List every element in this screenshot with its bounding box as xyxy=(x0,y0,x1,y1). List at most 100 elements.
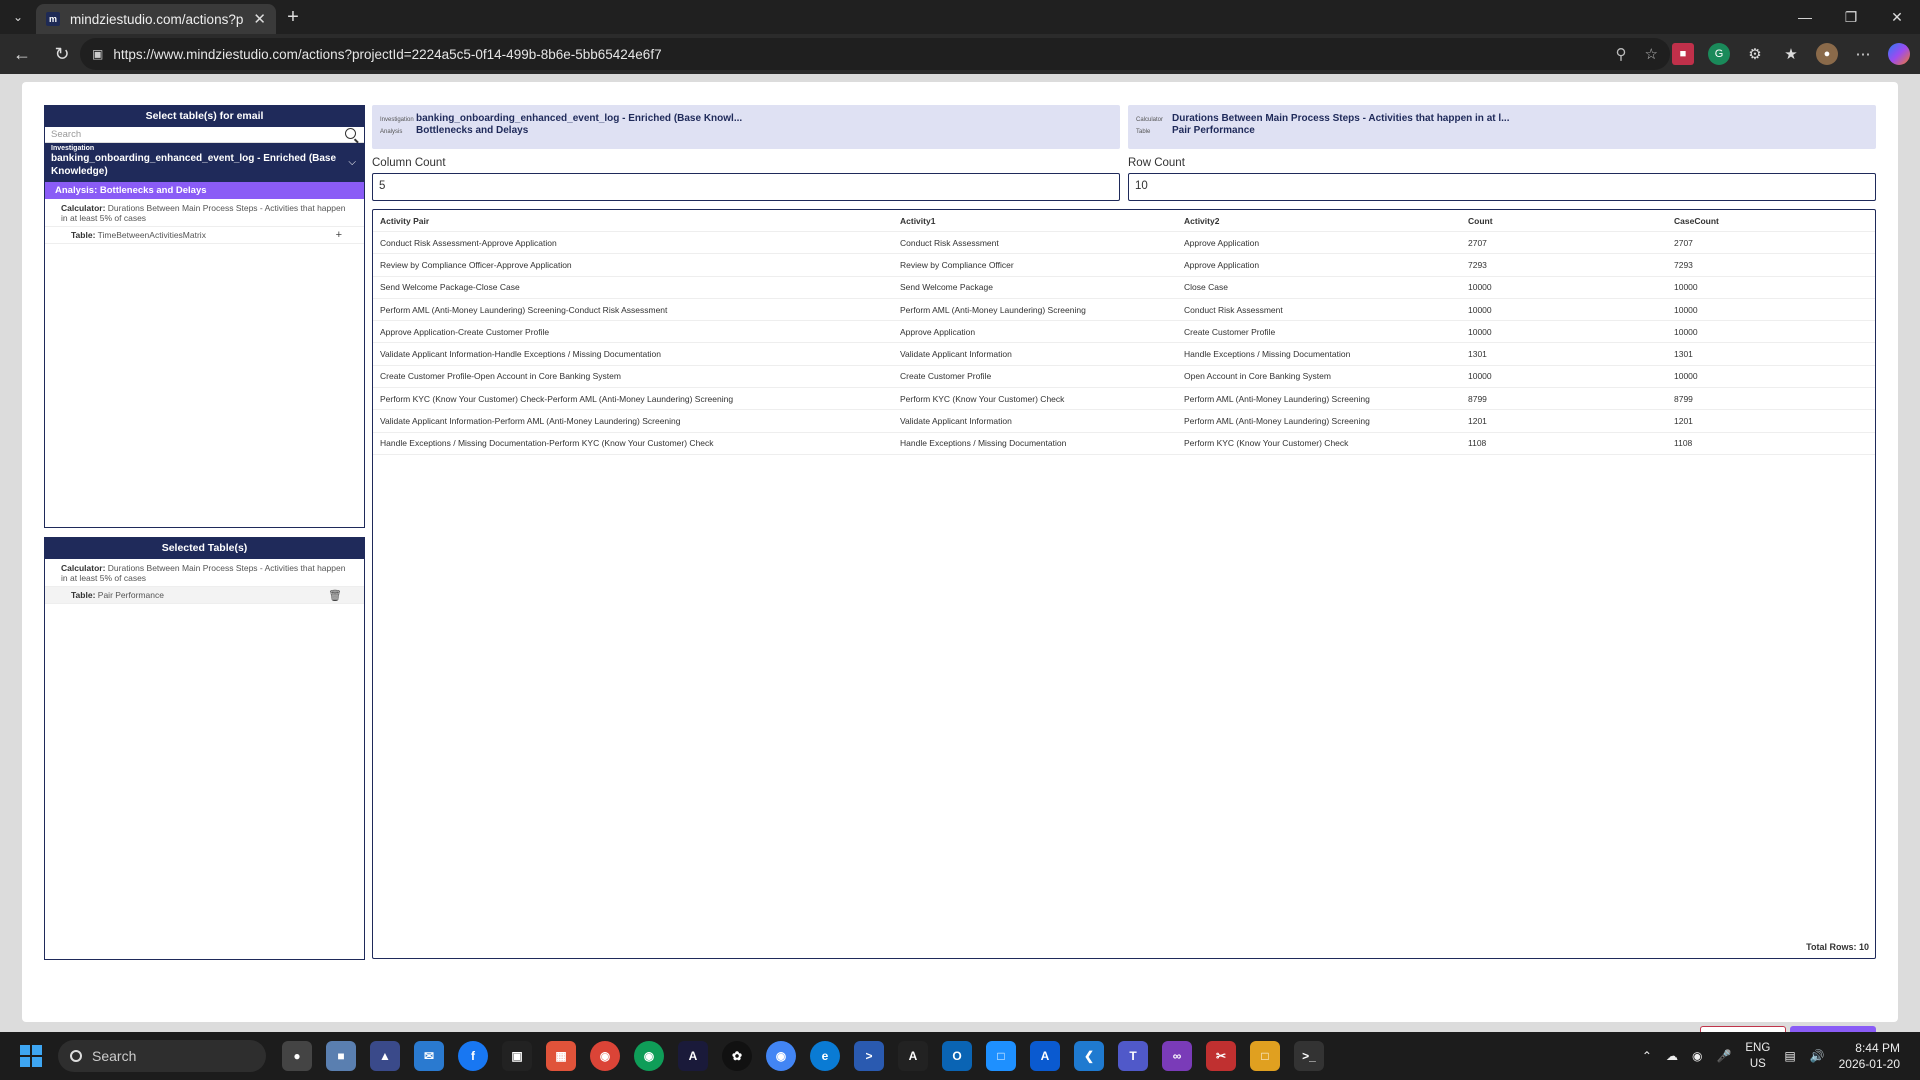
visual-studio-icon[interactable]: ∞ xyxy=(1162,1041,1192,1071)
table-item-timebetweenactivitiesmatrix[interactable]: Table: TimeBetweenActivitiesMatrix + xyxy=(45,227,364,244)
app-icon[interactable]: A xyxy=(678,1041,708,1071)
select-tables-panel: Select table(s) for email Search Investi… xyxy=(44,105,365,528)
investigation-selector[interactable]: Investigation banking_onboarding_enhance… xyxy=(45,143,364,182)
app-icon[interactable]: ▣ xyxy=(502,1041,532,1071)
table-cell: Conduct Risk Assessment xyxy=(1184,304,1283,315)
app-icon[interactable]: ▦ xyxy=(546,1041,576,1071)
tab-list-chevron-icon[interactable]: ⌄ xyxy=(0,0,36,34)
table-row[interactable]: Approve Application-Create Customer Prof… xyxy=(373,321,1875,344)
minimize-icon[interactable]: — xyxy=(1782,0,1828,34)
windows-start-icon[interactable] xyxy=(20,1045,42,1067)
edge-icon[interactable]: e xyxy=(810,1041,840,1071)
chatgpt-icon[interactable]: ✿ xyxy=(722,1041,752,1071)
table-row[interactable]: Create Customer Profile-Open Account in … xyxy=(373,366,1875,389)
close-tab-icon[interactable]: ✕ xyxy=(253,10,266,28)
table-cell: 7293 xyxy=(1468,259,1487,270)
cloud-icon[interactable]: ☁ xyxy=(1666,1049,1678,1063)
copilot-icon[interactable] xyxy=(1888,43,1910,65)
table-row[interactable]: Send Welcome Package-Close Case Send Welc… xyxy=(373,277,1875,299)
file-explorer-icon[interactable]: □ xyxy=(1250,1041,1280,1071)
analysis-item[interactable]: Analysis: Bottlenecks and Delays xyxy=(45,182,364,199)
back-icon[interactable]: ← xyxy=(4,36,40,72)
volume-icon[interactable]: 🔊 xyxy=(1810,1049,1825,1063)
extensions-puzzle-icon[interactable]: ⚙ xyxy=(1744,43,1766,65)
browser-tab[interactable]: m mindziestudio.com/actions?proje ✕ xyxy=(36,4,276,34)
security-icon[interactable]: ◉ xyxy=(1692,1049,1702,1063)
table-cell: 1108 xyxy=(1468,438,1487,449)
table-cell: 8799 xyxy=(1674,393,1693,404)
table-row[interactable]: Validate Applicant Information-Perform A… xyxy=(373,410,1875,433)
extension-red-icon[interactable]: ■ xyxy=(1672,43,1694,65)
column-count-label: Column Count xyxy=(372,157,446,169)
powershell-icon[interactable]: > xyxy=(854,1041,884,1071)
table-cell: 8799 xyxy=(1468,393,1487,404)
chrome-icon[interactable]: ◉ xyxy=(634,1041,664,1071)
table-row[interactable]: Perform KYC (Know Your Customer) Check-P… xyxy=(373,388,1875,411)
table-row[interactable]: Review by Compliance Officer-Approve App… xyxy=(373,254,1875,277)
table-row[interactable]: Validate Applicant Information-Handle Ex… xyxy=(373,343,1875,366)
table-cell: Perform AML (Anti-Money Laundering) Scre… xyxy=(900,304,1086,315)
investigation-name: banking_onboarding_enhanced_event_log - … xyxy=(416,113,743,124)
url-field[interactable]: ▣ https://www.mindziestudio.com/actions?… xyxy=(80,38,1670,70)
table-search-input[interactable]: Search xyxy=(45,127,364,143)
analysis-name: Bottlenecks and Delays xyxy=(416,125,529,136)
new-tab-icon[interactable]: + xyxy=(276,2,310,32)
add-table-icon[interactable]: + xyxy=(336,229,342,241)
site-info-icon[interactable]: ▣ xyxy=(92,47,103,61)
selected-tables-header: Selected Table(s) xyxy=(45,538,364,559)
select-tables-header: Select table(s) for email xyxy=(45,106,364,127)
table-cell: Perform AML (Anti-Money Laundering) Scre… xyxy=(1184,416,1370,427)
row-count-field[interactable]: 10 xyxy=(1128,173,1876,201)
page-background: Select table(s) for email Search Investi… xyxy=(0,74,1920,1032)
favorite-star-icon[interactable]: ☆ xyxy=(1645,45,1658,63)
chevron-down-icon[interactable]: ⌵ xyxy=(348,157,356,168)
app-icon[interactable]: □ xyxy=(986,1041,1016,1071)
app-icon[interactable]: ✉ xyxy=(414,1041,444,1071)
table-cell: Validate Applicant Information-Handle Ex… xyxy=(380,349,661,360)
teams-icon[interactable]: T xyxy=(1118,1041,1148,1071)
column-header: Activity1 xyxy=(900,215,936,226)
microphone-icon[interactable]: 🎤 xyxy=(1716,1049,1731,1063)
window-controls: — ❐ ✕ xyxy=(1782,0,1920,34)
restore-icon[interactable]: ❐ xyxy=(1828,0,1874,34)
table-row[interactable]: Perform AML (Anti-Money Laundering) Scre… xyxy=(373,299,1875,322)
app-icon[interactable]: ■ xyxy=(326,1041,356,1071)
chrome-icon[interactable]: ◉ xyxy=(590,1041,620,1071)
table-row[interactable]: Handle Exceptions / Missing Documentatio… xyxy=(373,433,1875,455)
refresh-icon[interactable]: ↻ xyxy=(44,36,80,72)
app-icon[interactable]: ✂ xyxy=(1206,1041,1236,1071)
calculator-info-card: Calculator Durations Between Main Proces… xyxy=(1128,105,1876,149)
language-indicator[interactable]: ENG US xyxy=(1745,1040,1770,1072)
profile-avatar[interactable]: ● xyxy=(1816,43,1838,65)
table-cell: Close Case xyxy=(1184,282,1228,293)
app-icon[interactable]: A xyxy=(898,1041,928,1071)
chrome-icon[interactable]: ◉ xyxy=(766,1041,796,1071)
favorites-icon[interactable]: ★ xyxy=(1780,43,1802,65)
table-row[interactable]: Conduct Risk Assessment-Approve Applicat… xyxy=(373,232,1875,255)
search-icon[interactable] xyxy=(345,128,356,139)
table-cell: 2707 xyxy=(1468,237,1487,248)
more-menu-icon[interactable]: ⋯ xyxy=(1852,43,1874,65)
email-table-dialog: Select table(s) for email Search Investi… xyxy=(22,82,1898,1022)
zoom-icon[interactable]: ⚲ xyxy=(1616,45,1627,63)
table-cell: 10000 xyxy=(1468,371,1492,382)
trash-icon[interactable]: 🗑 xyxy=(328,589,342,602)
column-count-field[interactable]: 5 xyxy=(372,173,1120,201)
terminal-icon[interactable]: >_ xyxy=(1294,1041,1324,1071)
app-icon[interactable]: A xyxy=(1030,1041,1060,1071)
facebook-icon[interactable]: f xyxy=(458,1041,488,1071)
outlook-icon[interactable]: O xyxy=(942,1041,972,1071)
data-table: Activity Pair Activity1 Activity2 Count … xyxy=(372,209,1876,959)
taskbar-search[interactable]: Search xyxy=(58,1040,266,1072)
chevron-up-icon[interactable]: ⌃ xyxy=(1642,1049,1652,1063)
app-icon[interactable]: ▲ xyxy=(370,1041,400,1071)
network-icon[interactable]: ▤ xyxy=(1784,1049,1795,1063)
close-window-icon[interactable]: ✕ xyxy=(1874,0,1920,34)
clock[interactable]: 8:44 PM 2026-01-20 xyxy=(1839,1040,1900,1072)
grammarly-icon[interactable]: G xyxy=(1708,43,1730,65)
app-icon[interactable]: ● xyxy=(282,1041,312,1071)
vscode-icon[interactable]: ❮ xyxy=(1074,1041,1104,1071)
table-cell: Review by Compliance Officer xyxy=(900,259,1014,270)
table-cell: Perform AML (Anti-Money Laundering) Scre… xyxy=(1184,393,1370,404)
site-favicon-icon: m xyxy=(46,12,60,26)
